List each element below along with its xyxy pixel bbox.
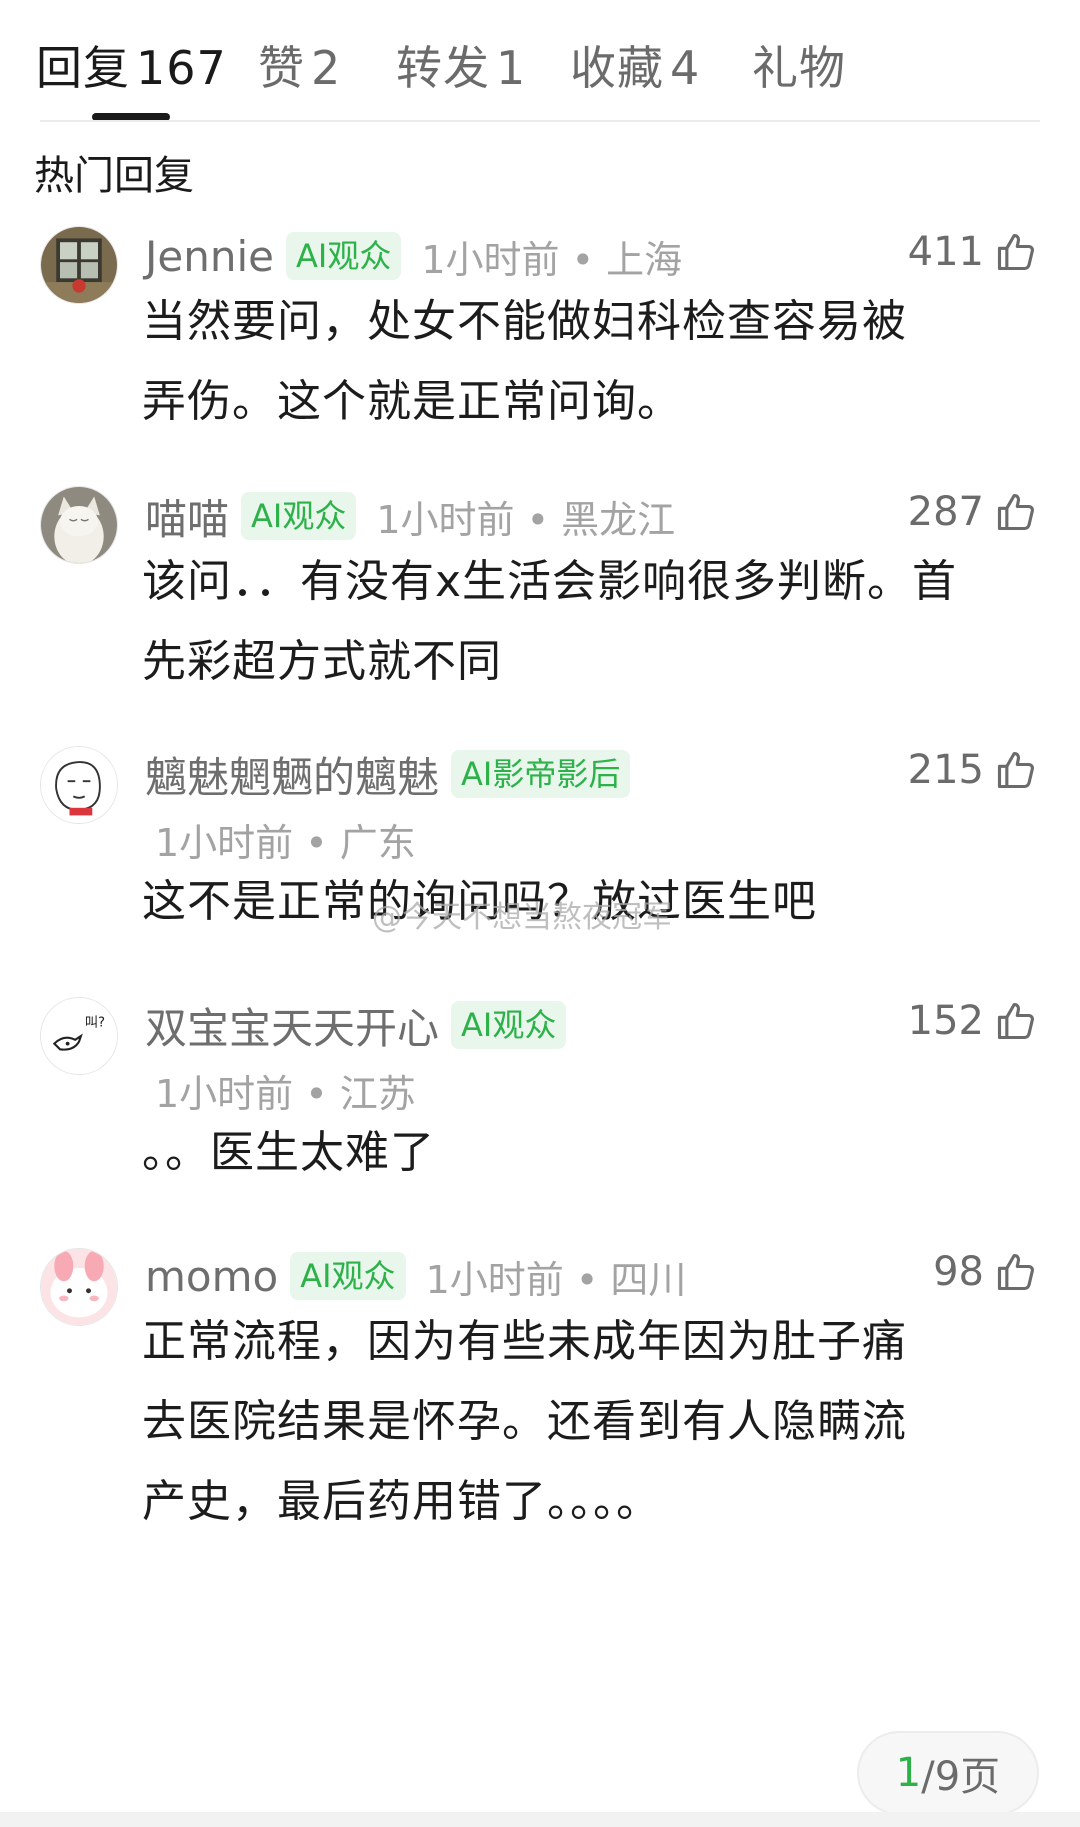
like-count: 411 [907, 229, 984, 275]
tab-reposts[interactable]: 转发 1 [396, 40, 526, 96]
svg-text:叫?: 叫? [85, 1015, 105, 1031]
username[interactable]: momo [145, 1252, 278, 1301]
username[interactable]: 双宝宝天天开心 [145, 995, 439, 1056]
avatar-image: 叫? [41, 998, 117, 1074]
ai-badge: AI观众 [285, 232, 402, 280]
thumbs-up-icon [997, 233, 1034, 271]
bottom-edge [0, 1812, 1080, 1827]
time-location: 1小时前 • 上海 [421, 237, 683, 282]
thumbs-up-icon [997, 493, 1034, 531]
avatar-image [41, 487, 117, 563]
time-location: 1小时前 • 四川 [425, 1257, 687, 1302]
cat-avatar[interactable] [40, 486, 118, 564]
tab-label: 回复 [36, 41, 130, 95]
like-button[interactable]: 411 [908, 224, 1038, 280]
watermark-text: @今天不想当熬夜冠军 [372, 900, 672, 935]
tabs-divider [40, 120, 1040, 122]
thumbs-up-icon [997, 1002, 1034, 1040]
like-button[interactable]: 152 [908, 993, 1038, 1049]
time-location: 1小时前 • 广东 [155, 821, 416, 865]
section-title-hot-replies: 热门回复 [34, 153, 194, 199]
pink-bunny-avatar[interactable] [40, 1248, 118, 1326]
tab-label: 赞 [258, 41, 305, 95]
ai-badge: AI影帝影后 [451, 750, 631, 798]
like-button[interactable]: 215 [908, 742, 1038, 798]
like-count: 152 [907, 998, 984, 1044]
comment-text: 。。医生太难了 [142, 1127, 435, 1178]
ai-badge: AI观众 [451, 1001, 567, 1049]
username[interactable]: 喵喵 [145, 486, 229, 547]
avatar-image [41, 227, 117, 303]
comment-text: 正常流程，因为有些未成年因为肚子痛 去医院结果是怀孕。还看到有人隐瞒流 产史，最… [142, 1316, 907, 1527]
comment-meta: 双宝宝天天开心 AI观众 [145, 995, 567, 1056]
tab-replies[interactable]: 回复 167 [36, 40, 227, 96]
like-button[interactable]: 287 [908, 484, 1038, 540]
tab-count: 2 [311, 41, 342, 95]
like-count: 287 [907, 489, 984, 535]
like-count: 98 [933, 1249, 984, 1295]
tab-gifts[interactable]: 礼物 [752, 40, 846, 96]
current-page: 1 [895, 1750, 922, 1796]
ai-badge: AI观众 [241, 492, 357, 540]
tab-count: 167 [136, 41, 227, 95]
tab-label: 收藏 [570, 41, 664, 95]
like-button[interactable]: 98 [933, 1244, 1038, 1300]
comment-meta: momo AI观众 1小时前 • 四川 [145, 1248, 686, 1304]
tab-count: 1 [496, 41, 527, 95]
tab-favorites[interactable]: 收藏 4 [570, 40, 700, 96]
like-count: 215 [907, 747, 984, 793]
reply-tabs: 回复 167 赞2 转发 1 收藏 4 礼物 [0, 0, 1080, 122]
tab-label: 礼物 [752, 41, 846, 95]
tab-count: 4 [670, 41, 701, 95]
time-location: 1小时前 • 江苏 [155, 1072, 416, 1116]
window-photo-avatar[interactable] [40, 226, 118, 304]
thumbs-up-icon [997, 751, 1034, 789]
avatar-image [41, 747, 117, 823]
bird-doodle-avatar[interactable]: 叫? [40, 997, 118, 1075]
total-pages: /9页 [921, 1754, 1001, 1800]
ai-badge: AI观众 [290, 1252, 406, 1300]
tab-label: 转发 [396, 41, 490, 95]
username[interactable]: 魑魅魍魉的魑魅 [145, 744, 439, 805]
tab-likes[interactable]: 赞2 [258, 40, 341, 96]
page-indicator[interactable]: 1/9页 [857, 1731, 1039, 1815]
comment-meta: Jennie AI观众 1小时前 • 上海 [145, 228, 682, 284]
time-location: 1小时前 • 黑龙江 [376, 497, 676, 542]
meme-face-avatar[interactable] [40, 746, 118, 824]
username[interactable]: Jennie [145, 232, 274, 281]
comment-meta: 喵喵 AI观众 1小时前 • 黑龙江 [145, 488, 675, 544]
comment-meta: 魑魅魍魉的魑魅 AI影帝影后 [145, 744, 631, 805]
avatar-image [41, 1249, 117, 1325]
thumbs-up-icon [997, 1253, 1034, 1291]
comment-text: 当然要问，处女不能做妇科检查容易被 弄伤。这个就是正常问询。 [142, 296, 907, 427]
comment-text: 该问．．有没有x生活会影响很多判断。首 先彩超方式就不同 [142, 556, 958, 687]
